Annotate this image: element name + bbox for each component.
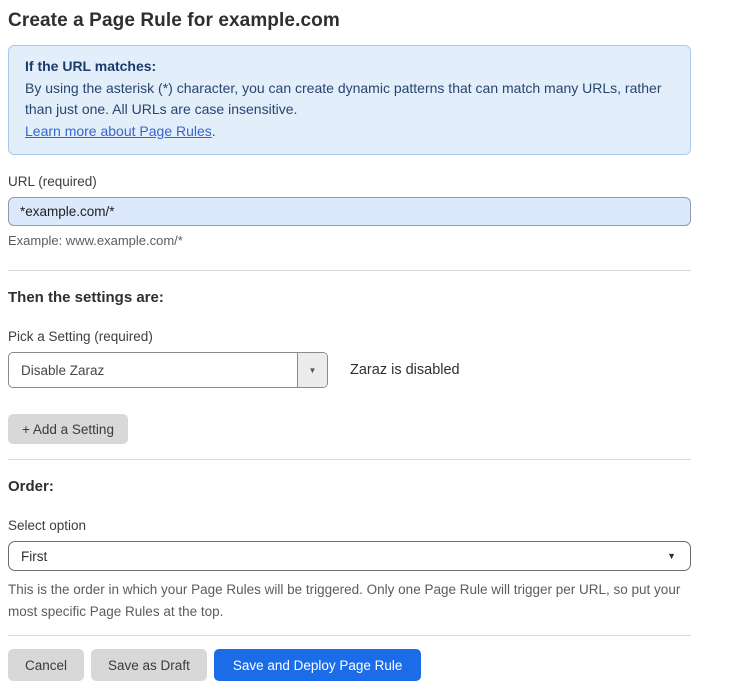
add-setting-button[interactable]: + Add a Setting — [8, 414, 128, 444]
page-rule-form: Create a Page Rule for example.com If th… — [0, 0, 750, 670]
info-box-heading: If the URL matches: — [25, 56, 674, 78]
setting-select-value: Disable Zaraz — [9, 353, 297, 387]
order-select[interactable]: First ▼ — [8, 541, 691, 571]
url-field-label: URL (required) — [8, 174, 691, 189]
order-section-heading: Order: — [8, 478, 691, 495]
order-description: This is the order in which your Page Rul… — [8, 579, 688, 623]
setting-row: Disable Zaraz ▼ Zaraz is disabled — [8, 352, 691, 388]
setting-select-arrow-button[interactable]: ▼ — [297, 353, 327, 387]
section-divider — [8, 459, 691, 460]
order-select-value: First — [21, 549, 47, 564]
dropdown-arrow-icon: ▼ — [309, 366, 317, 375]
pick-setting-label: Pick a Setting (required) — [8, 329, 691, 344]
footer-actions: Cancel Save as Draft Save and Deploy Pag… — [8, 649, 691, 681]
save-and-deploy-button[interactable]: Save and Deploy Page Rule — [214, 649, 422, 681]
section-divider — [8, 270, 691, 271]
url-match-info-box: If the URL matches: By using the asteris… — [8, 45, 691, 155]
info-box-link-line: Learn more about Page Rules. — [25, 121, 674, 143]
page-title: Create a Page Rule for example.com — [8, 10, 691, 32]
url-example-hint: Example: www.example.com/* — [8, 233, 691, 248]
setting-select[interactable]: Disable Zaraz ▼ — [8, 352, 328, 388]
section-divider — [8, 635, 691, 636]
url-input[interactable] — [8, 197, 691, 226]
order-select-label: Select option — [8, 518, 691, 533]
save-as-draft-button[interactable]: Save as Draft — [91, 649, 207, 681]
learn-more-link[interactable]: Learn more about Page Rules — [25, 123, 212, 139]
cancel-button[interactable]: Cancel — [8, 649, 84, 681]
setting-status-text: Zaraz is disabled — [350, 362, 460, 378]
link-suffix: . — [212, 123, 216, 139]
dropdown-arrow-icon: ▼ — [667, 551, 676, 561]
info-box-body: By using the asterisk (*) character, you… — [25, 78, 674, 121]
settings-section-heading: Then the settings are: — [8, 289, 691, 306]
